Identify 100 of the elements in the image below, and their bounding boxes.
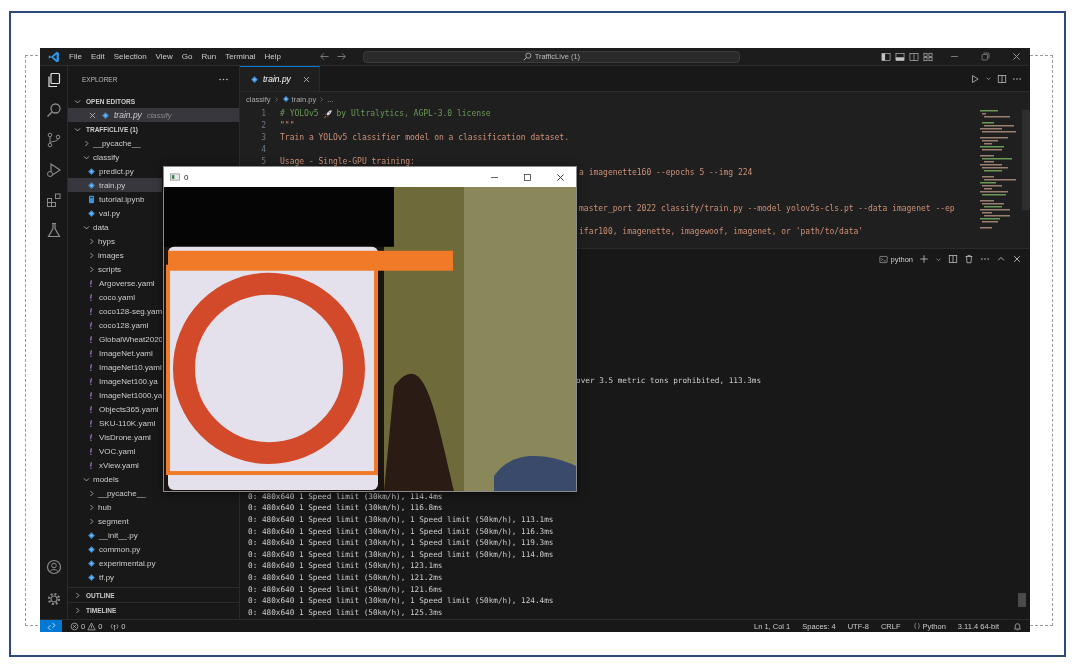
tree-item[interactable]: ImageNet1000.ya xyxy=(68,388,162,402)
antenna-icon xyxy=(110,621,120,631)
menu-item[interactable]: Help xyxy=(264,52,281,61)
python-file-icon xyxy=(101,110,110,120)
menu-item[interactable]: Edit xyxy=(90,52,105,61)
close-icon[interactable] xyxy=(1012,254,1022,264)
folder-item[interactable]: segment xyxy=(68,514,162,528)
chevron-up-icon[interactable] xyxy=(996,254,1006,264)
code-text: """ xyxy=(280,121,295,131)
search-icon xyxy=(522,52,532,61)
python-file-icon xyxy=(87,166,96,176)
python-file-icon xyxy=(87,572,96,582)
folder-item[interactable]: hub xyxy=(68,500,162,514)
menu-item[interactable]: Selection xyxy=(113,52,147,61)
app-logo-icon xyxy=(48,50,60,63)
tree-item[interactable]: ImageNet10.yaml xyxy=(68,360,162,374)
customize-layout-icon[interactable] xyxy=(923,51,933,62)
line-number: 4 xyxy=(261,144,266,154)
folder-item[interactable]: models xyxy=(68,472,162,486)
editor-tab[interactable]: train.py xyxy=(240,66,320,91)
close-icon[interactable] xyxy=(1011,51,1022,62)
tree-item[interactable]: tutorial.ipynb xyxy=(68,192,162,206)
folder-item[interactable]: images xyxy=(68,248,162,262)
run-icon[interactable] xyxy=(970,73,980,84)
terminal-icon xyxy=(879,254,889,264)
search-icon[interactable] xyxy=(45,102,62,118)
explorer-icon[interactable] xyxy=(45,72,62,88)
menu-item[interactable]: View xyxy=(155,52,173,61)
line-number: 5 xyxy=(261,156,266,166)
toggle-sidebar-icon[interactable] xyxy=(881,51,891,62)
tree-item[interactable]: train.py xyxy=(68,178,162,192)
account-icon[interactable] xyxy=(45,559,62,575)
folder-item[interactable]: data xyxy=(68,220,162,234)
scrollbar-thumb[interactable] xyxy=(1018,593,1026,607)
line-number: 2 xyxy=(261,121,266,131)
tree-item[interactable]: Argoverse.yaml xyxy=(68,276,162,290)
restore-icon[interactable] xyxy=(980,51,991,62)
close-icon[interactable] xyxy=(302,74,311,84)
tree-item[interactable]: xView.yaml xyxy=(68,458,162,472)
toggle-panel-icon[interactable] xyxy=(895,51,905,62)
folder-item[interactable]: hyps xyxy=(68,234,162,248)
code-text: Train a YOLOv5 classifier model on a classification dataset. xyxy=(280,133,569,142)
tree-item[interactable]: GlobalWheat2020 xyxy=(68,332,162,346)
menu-item[interactable]: Go xyxy=(181,52,193,61)
close-icon[interactable] xyxy=(555,171,566,183)
tree-item[interactable]: common.py xyxy=(68,542,162,556)
split-terminal-icon[interactable] xyxy=(948,254,958,264)
tree-item[interactable]: __init__.py xyxy=(68,528,162,542)
close-icon[interactable] xyxy=(88,110,97,120)
folder-item[interactable]: __pycache__ xyxy=(68,486,162,500)
tree-item[interactable]: VisDrone.yaml xyxy=(68,430,162,444)
tree-item[interactable]: coco128-seg.yam xyxy=(68,304,162,318)
forward-arrow-icon[interactable] xyxy=(335,51,347,62)
bell-icon[interactable] xyxy=(1013,621,1022,631)
tree-item[interactable]: coco128.yaml xyxy=(68,318,162,332)
tree-item[interactable]: ImageNet.yaml xyxy=(68,346,162,360)
tree-item[interactable]: experimental.py xyxy=(68,556,162,570)
tree-item[interactable]: Objects365.yaml xyxy=(68,402,162,416)
window-icon xyxy=(170,172,180,182)
plus-icon[interactable] xyxy=(919,254,929,264)
flask-icon[interactable] xyxy=(45,222,62,238)
run-debug-icon[interactable] xyxy=(45,162,62,178)
menu-item[interactable]: Terminal xyxy=(225,52,256,61)
trash-icon[interactable] xyxy=(964,254,974,264)
tree-item[interactable]: ImageNet100.ya xyxy=(68,374,162,388)
python-file-icon xyxy=(87,530,96,540)
settings-icon[interactable] xyxy=(45,591,62,607)
editor-name: train.py xyxy=(114,110,142,120)
split-editor-icon[interactable] xyxy=(997,73,1007,84)
chevron-right-icon xyxy=(318,95,326,103)
tree-item[interactable]: val.py xyxy=(68,206,162,220)
tree-item[interactable]: SKU-110K.yaml xyxy=(68,416,162,430)
code-text: a imagenette160 --epochs 5 --img 224 xyxy=(579,168,753,178)
toggle-secondary-sidebar-icon[interactable] xyxy=(909,51,919,62)
menu-item[interactable]: File xyxy=(69,52,82,61)
python-file-icon xyxy=(87,180,96,190)
minimap-drawing[interactable] xyxy=(978,110,1018,230)
tree-item[interactable]: coco.yaml xyxy=(68,290,162,304)
tree-item[interactable]: tf.py xyxy=(68,570,162,584)
notebook-file-icon xyxy=(87,194,96,204)
code-comment: by Ultralytics, AGPL-3.0 license xyxy=(336,109,491,119)
error-icon xyxy=(70,621,79,631)
python-file-icon xyxy=(250,74,259,84)
braces-icon xyxy=(912,622,921,630)
folder-item[interactable]: __pycache__ xyxy=(68,136,162,150)
folder-item[interactable]: classify xyxy=(68,150,162,164)
back-arrow-icon[interactable] xyxy=(318,51,330,62)
source-control-icon[interactable] xyxy=(45,132,62,148)
remote-icon xyxy=(46,621,56,631)
maximize-icon[interactable] xyxy=(522,171,533,183)
code-text: master_port 2022 classify/train.py --model yolov5s-cls.pt --data imagenet --ep xyxy=(579,203,955,213)
folder-item[interactable]: scripts xyxy=(68,262,162,276)
python-file-icon xyxy=(87,208,96,218)
line-number: 3 xyxy=(261,133,266,142)
tree-item[interactable]: predict.py xyxy=(68,164,162,178)
extensions-icon[interactable] xyxy=(45,192,62,208)
tree-item[interactable]: VOC.yaml xyxy=(68,444,162,458)
scrollbar[interactable] xyxy=(1022,110,1030,210)
menu-item[interactable]: Run xyxy=(201,52,217,61)
chevron-down-icon[interactable] xyxy=(985,75,992,82)
